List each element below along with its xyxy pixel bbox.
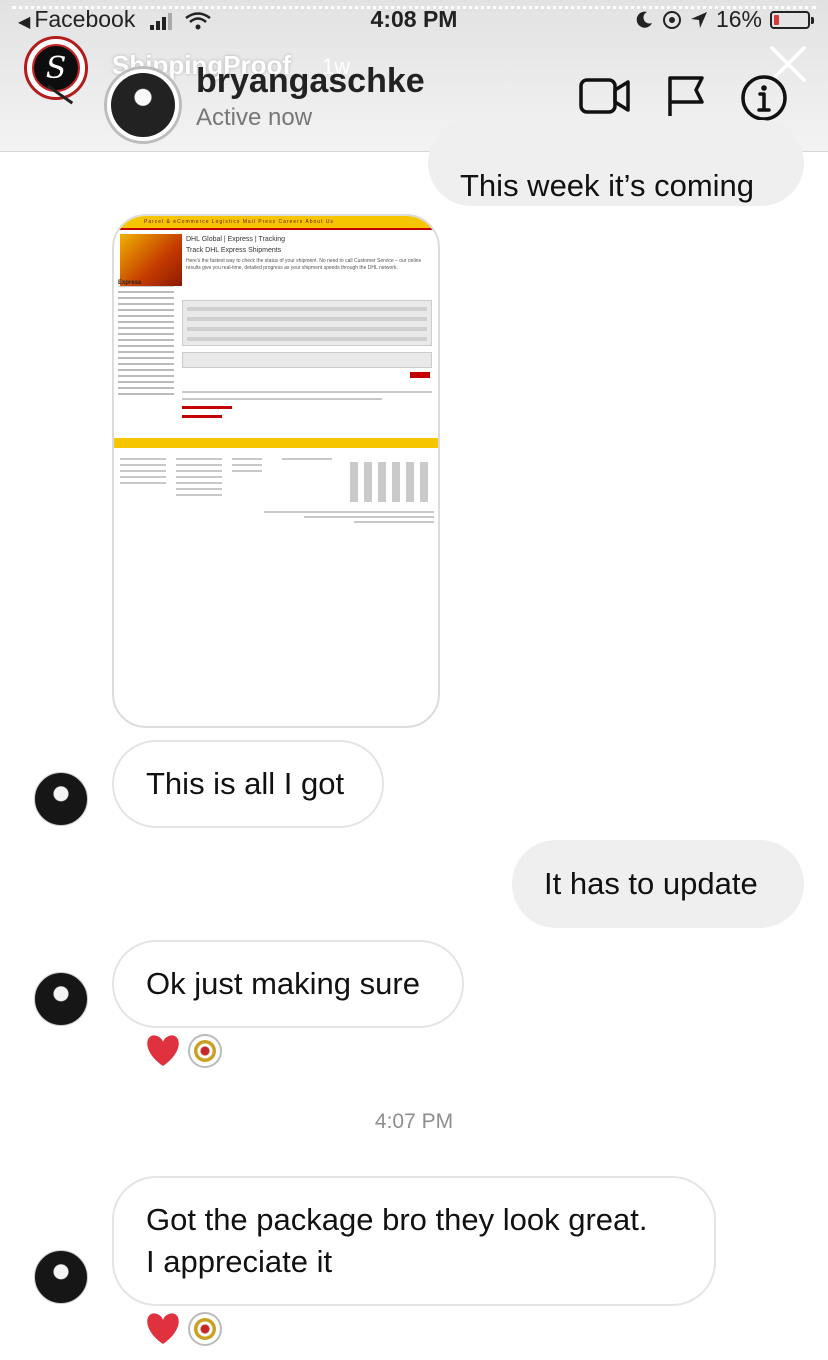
dhl-nav-bar: Parcel & eCommerce Logistics Mail Press …	[114, 216, 438, 230]
message-outgoing[interactable]: This week it’s coming	[428, 120, 804, 206]
dhl-sidebar: Express	[118, 280, 174, 399]
reactor-avatar	[188, 1034, 222, 1068]
orientation-lock-icon	[662, 10, 681, 29]
message-incoming[interactable]: This is all I got	[112, 740, 384, 828]
dhl-page-title: DHL Global | Express | Tracking	[186, 236, 286, 243]
dhl-sidebar-heading: Express	[118, 280, 174, 287]
message-text: It has to update	[544, 866, 758, 901]
story-avatar[interactable]: S	[24, 36, 88, 105]
image-attachment[interactable]: Parcel & eCommerce Logistics Mail Press …	[112, 214, 440, 728]
dhl-intro: Here's the fastest way to check the stat…	[186, 258, 422, 271]
message-incoming[interactable]: Got the package bro they look great. I a…	[112, 1176, 716, 1306]
dhl-checkpoint-table	[182, 352, 432, 368]
dhl-footer	[120, 454, 436, 514]
reactor-avatar	[188, 1312, 222, 1346]
message-outgoing[interactable]: It has to update	[512, 840, 804, 928]
moon-icon	[636, 11, 652, 28]
dhl-page-subtitle: Track DHL Express Shipments	[186, 247, 282, 254]
status-bar: ◀ Facebook 4:08 PM 16%	[0, 4, 828, 36]
timestamp: 4:07 PM	[374, 1110, 454, 1133]
message-text-line-2: I appreciate it	[146, 1244, 333, 1279]
message-text: This is all I got	[146, 766, 345, 801]
sender-avatar[interactable]	[34, 972, 88, 1026]
message-text: Ok just making sure	[146, 966, 420, 1001]
chat-avatar[interactable]	[104, 66, 182, 144]
sender-avatar[interactable]	[34, 1250, 88, 1304]
heart-icon	[147, 1035, 179, 1066]
message-reactions[interactable]	[144, 1034, 222, 1068]
message-reactions[interactable]	[144, 1312, 222, 1346]
dhl-print-button	[410, 372, 430, 378]
dhl-nav-text: Parcel & eCommerce Logistics Mail Press …	[144, 219, 334, 225]
chat-username[interactable]: bryangaschke	[196, 62, 425, 101]
dhl-result-table	[182, 300, 432, 346]
battery-percent: 16%	[715, 6, 762, 32]
message-incoming[interactable]: Ok just making sure	[112, 940, 464, 1028]
story-logo: S	[32, 44, 80, 92]
flag-icon[interactable]	[664, 74, 708, 118]
info-icon[interactable]	[740, 74, 788, 122]
heart-icon	[147, 1313, 179, 1344]
dhl-footnote	[264, 508, 434, 526]
sender-avatar[interactable]	[34, 772, 88, 826]
battery-icon	[770, 10, 814, 29]
dhl-partner-logos	[350, 462, 430, 502]
video-call-icon[interactable]	[578, 74, 632, 118]
dhl-contact-text	[182, 386, 432, 424]
message-text-line-1: Got the package bro they look great.	[146, 1202, 648, 1237]
message-text: This week it’s coming	[460, 168, 755, 203]
active-status: Active now	[196, 104, 313, 131]
dhl-hero-image	[120, 234, 182, 286]
location-icon	[690, 11, 707, 28]
dhl-footer-bar	[114, 438, 438, 448]
